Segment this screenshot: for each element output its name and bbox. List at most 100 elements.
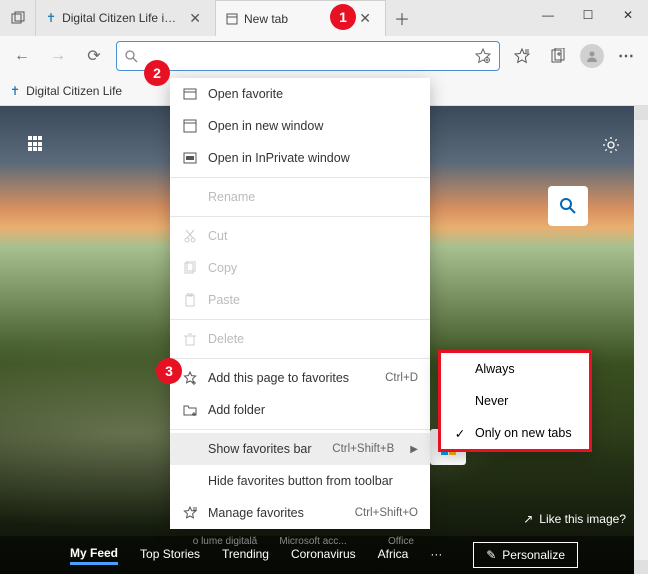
- address-bar[interactable]: [116, 41, 500, 71]
- maximize-button[interactable]: ☐: [568, 0, 608, 30]
- personalize-button[interactable]: ✎ Personalize: [473, 542, 578, 568]
- menu-open-favorite[interactable]: Open favorite: [170, 78, 430, 110]
- minimize-button[interactable]: —: [528, 0, 568, 30]
- new-tab-button[interactable]: ＋: [386, 0, 418, 36]
- manage-favorites-icon: [182, 505, 198, 521]
- submenu-always[interactable]: Always: [441, 353, 589, 385]
- search-icon: [125, 50, 138, 63]
- menu-label: Paste: [208, 293, 418, 307]
- feed-tab-myfeed[interactable]: My Feed: [70, 546, 118, 565]
- search-button[interactable]: [548, 186, 588, 226]
- tab-item-digital-citizen[interactable]: ✝ Digital Citizen Life in a digital wo ✕: [36, 0, 216, 36]
- menu-paste: Paste: [170, 284, 430, 316]
- blank-icon: [182, 473, 198, 489]
- show-favorites-bar-submenu: Always Never ✓ Only on new tabs: [438, 350, 592, 452]
- refresh-button[interactable]: ⟳: [80, 42, 108, 70]
- feed-bar: My Feed Top Stories Trending Coronavirus…: [0, 536, 648, 574]
- vertical-scrollbar[interactable]: [634, 106, 648, 574]
- cut-icon: [182, 228, 198, 244]
- site-icon: ✝: [46, 11, 56, 25]
- back-button[interactable]: ←: [8, 42, 36, 70]
- tab-close-button[interactable]: ✕: [185, 10, 205, 27]
- feed-tab-africa[interactable]: Africa: [378, 547, 409, 563]
- favorites-button[interactable]: [508, 42, 536, 70]
- pencil-icon: ✎: [486, 548, 496, 562]
- close-window-button[interactable]: ✕: [608, 0, 648, 30]
- window-controls: — ☐ ✕: [528, 0, 648, 30]
- menu-label: Hide favorites button from toolbar: [208, 474, 418, 488]
- menu-label: Open favorite: [208, 87, 418, 101]
- collections-button[interactable]: [544, 42, 572, 70]
- submenu-only-new-tabs[interactable]: ✓ Only on new tabs: [441, 417, 589, 449]
- add-favorite-icon: [182, 370, 198, 386]
- checkmark-icon: ✓: [453, 426, 467, 441]
- menu-separator: [170, 358, 430, 359]
- menu-cut: Cut: [170, 220, 430, 252]
- tab-actions-button[interactable]: [0, 0, 36, 36]
- forward-button[interactable]: →: [44, 42, 72, 70]
- menu-label: Delete: [208, 332, 418, 346]
- paste-icon: [182, 292, 198, 308]
- menu-label: Show favorites bar: [208, 442, 322, 456]
- feed-tab-topstories[interactable]: Top Stories: [140, 547, 200, 563]
- site-icon: ✝: [10, 84, 20, 98]
- like-image-label: Like this image?: [539, 512, 626, 526]
- submenu-label: Only on new tabs: [475, 426, 572, 440]
- menu-separator: [170, 319, 430, 320]
- tab-item-new-tab[interactable]: New tab ✕: [216, 0, 386, 36]
- tab-close-button[interactable]: ✕: [355, 10, 375, 27]
- menu-shortcut: Ctrl+Shift+O: [355, 507, 418, 519]
- expand-icon: ↗: [523, 512, 533, 526]
- inprivate-icon: [182, 150, 198, 166]
- tab-title: Digital Citizen Life in a digital wo: [62, 11, 179, 25]
- toolbar: ← → ⟳ ⋯: [0, 36, 648, 76]
- menu-open-inprivate[interactable]: Open in InPrivate window: [170, 142, 430, 174]
- feed-tab-coronavirus[interactable]: Coronavirus: [291, 547, 356, 563]
- feed-tab-trending[interactable]: Trending: [222, 547, 269, 563]
- window-icon: [182, 118, 198, 134]
- apps-launcher-icon[interactable]: [28, 136, 44, 152]
- page-settings-gear-icon[interactable]: [602, 136, 620, 154]
- menu-label: Add this page to favorites: [208, 371, 375, 385]
- newtab-icon: [226, 13, 238, 25]
- open-icon: [182, 86, 198, 102]
- titlebar: ✝ Digital Citizen Life in a digital wo ✕…: [0, 0, 648, 36]
- menu-show-favorites-bar[interactable]: Show favorites bar Ctrl+Shift+B ▶: [170, 433, 430, 465]
- favorite-star-button[interactable]: [475, 48, 491, 64]
- add-folder-icon: [182, 402, 198, 418]
- menu-label: Manage favorites: [208, 506, 345, 520]
- like-image-link[interactable]: ↗ Like this image?: [523, 512, 626, 526]
- menu-separator: [170, 429, 430, 430]
- profile-button[interactable]: [580, 44, 604, 68]
- menu-separator: [170, 177, 430, 178]
- menu-label: Rename: [208, 190, 418, 204]
- settings-menu-button[interactable]: ⋯: [612, 42, 640, 70]
- menu-add-folder[interactable]: Add folder: [170, 394, 430, 426]
- menu-shortcut: Ctrl+Shift+B: [332, 443, 394, 455]
- menu-delete: Delete: [170, 323, 430, 355]
- tab-pages-icon: [11, 11, 25, 25]
- address-input[interactable]: [144, 42, 475, 70]
- submenu-never[interactable]: Never: [441, 385, 589, 417]
- menu-label: Cut: [208, 229, 418, 243]
- menu-label: Open in InPrivate window: [208, 151, 418, 165]
- chevron-right-icon: ▶: [410, 444, 418, 455]
- annotation-badge-1: 1: [330, 4, 356, 30]
- delete-icon: [182, 331, 198, 347]
- submenu-label: Never: [475, 394, 508, 408]
- menu-add-page-to-favorites[interactable]: Add this page to favorites Ctrl+D: [170, 362, 430, 394]
- feed-more-button[interactable]: ···: [430, 547, 442, 563]
- submenu-label: Always: [475, 362, 515, 376]
- annotation-badge-3: 3: [156, 358, 182, 384]
- menu-shortcut: Ctrl+D: [385, 372, 418, 384]
- favorites-bar-item[interactable]: Digital Citizen Life: [26, 84, 122, 98]
- rename-icon: [182, 189, 198, 205]
- menu-open-new-window[interactable]: Open in new window: [170, 110, 430, 142]
- annotation-badge-2: 2: [144, 60, 170, 86]
- favorites-context-menu: Open favorite Open in new window Open in…: [170, 78, 430, 529]
- blank-icon: [182, 441, 198, 457]
- menu-copy: Copy: [170, 252, 430, 284]
- menu-label: Copy: [208, 261, 418, 275]
- menu-manage-favorites[interactable]: Manage favorites Ctrl+Shift+O: [170, 497, 430, 529]
- menu-hide-favorites-button[interactable]: Hide favorites button from toolbar: [170, 465, 430, 497]
